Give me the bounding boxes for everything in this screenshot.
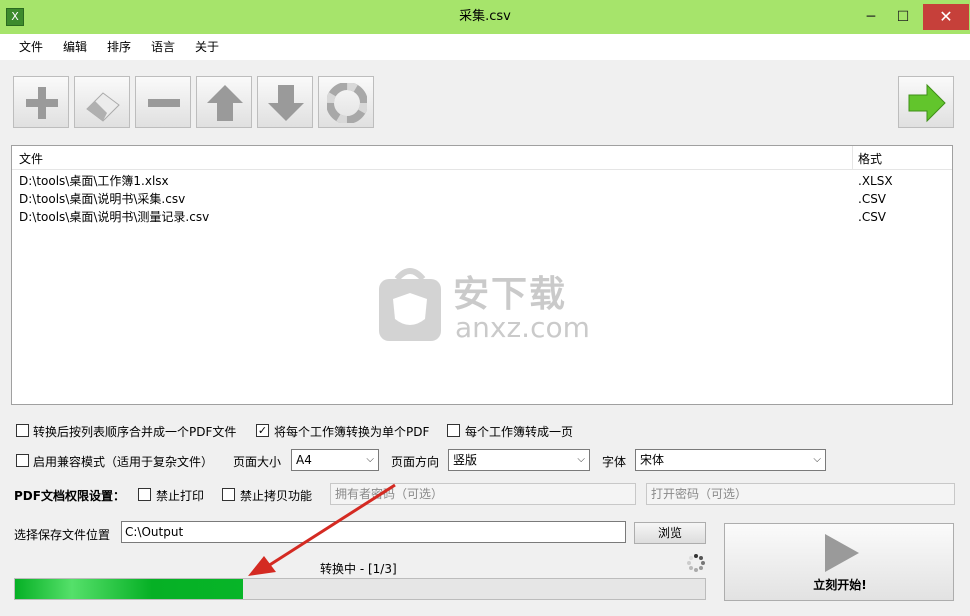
add-icon [26,87,58,119]
progress-fill [15,579,243,599]
font-value: 宋体 [640,453,665,467]
add-button[interactable] [13,76,69,128]
output-label: 选择保存文件位置 [14,528,111,542]
menu-about[interactable]: 关于 [195,34,219,60]
no-print-checkbox[interactable] [138,488,151,501]
page-size-value: A4 [296,453,312,467]
minimize-button[interactable]: ─ [858,4,884,30]
help-button[interactable] [318,76,374,128]
start-button[interactable]: 立刻开始! [724,523,954,601]
column-separator [852,146,853,170]
move-up-button[interactable] [196,76,252,128]
file-path: D:\tools\桌面\工作簿1.xlsx [19,174,169,188]
browse-button[interactable]: 浏览 [634,522,706,544]
watermark-title: 安下载 [453,274,568,315]
loading-spinner-icon [687,554,705,572]
next-button[interactable] [898,76,954,128]
one-page-label: 每个工作簿转成一页 [465,425,574,439]
remove-button[interactable] [135,76,191,128]
remove-icon [148,99,180,107]
help-lifebuoy-icon [327,83,367,123]
clear-button[interactable] [74,76,130,128]
watermark: 安下载 anxz.com [375,265,605,345]
file-path: D:\tools\桌面\说明书\测量记录.csv [19,210,210,224]
move-down-button[interactable] [257,76,313,128]
shield-bag-icon [379,268,441,341]
chevron-down-icon: ⌵ [813,454,821,465]
chevron-down-icon: ⌵ [577,454,585,465]
maximize-button[interactable]: ☐ [890,4,916,30]
font-select[interactable]: 宋体 ⌵ [635,449,826,471]
open-password-field[interactable]: 打开密码（可选） [646,483,955,505]
compat-checkbox[interactable] [16,454,29,467]
file-format: .XLSX [858,174,893,188]
table-row[interactable]: D:\tools\桌面\工作簿1.xlsx .XLSX [12,172,952,190]
orientation-label: 页面方向 [391,455,440,469]
annotation-arrow-icon [248,483,396,576]
menu-file[interactable]: 文件 [19,34,43,60]
menu-language[interactable]: 语言 [151,34,175,60]
orientation-select[interactable]: 竖版 ⌵ [448,449,590,471]
move-down-icon [268,85,304,121]
watermark-domain: anxz.com [455,311,590,344]
window-title: 采集.csv [459,9,511,24]
move-up-icon [207,85,243,121]
table-row[interactable]: D:\tools\桌面\说明书\测量记录.csv .CSV [12,208,952,226]
play-icon [825,534,859,572]
file-path: D:\tools\桌面\说明书\采集.csv [19,192,186,206]
chevron-down-icon: ⌵ [366,454,374,465]
font-label: 字体 [602,455,627,469]
table-row[interactable]: D:\tools\桌面\说明书\采集.csv .CSV [12,190,952,208]
progress-bar [14,578,706,600]
menu-edit[interactable]: 编辑 [63,34,87,60]
merge-checkbox[interactable] [16,424,29,437]
file-format: .CSV [858,210,887,224]
permissions-title: PDF文档权限设置： [14,489,125,503]
file-list-header: 文件 格式 [12,146,952,170]
page-size-select[interactable]: A4 ⌵ [291,449,379,471]
compat-label: 启用兼容模式（适用于复杂文件） [33,455,214,469]
no-copy-checkbox[interactable] [222,488,235,501]
start-button-label: 立刻开始! [813,578,867,592]
column-header-file[interactable]: 文件 [19,146,43,170]
merge-label: 转换后按列表顺序合并成一个PDF文件 [33,425,237,439]
no-print-label: 禁止打印 [156,489,205,503]
page-size-label: 页面大小 [233,455,282,469]
one-page-checkbox[interactable] [447,424,460,437]
each-workbook-label: 将每个工作簿转换为单个PDF [274,425,430,439]
file-format: .CSV [858,192,887,206]
menu-bar: 文件 编辑 排序 语言 关于 [0,34,970,60]
orientation-value: 竖版 [453,453,478,467]
menu-sort[interactable]: 排序 [107,34,131,60]
close-button[interactable]: ✕ [923,4,969,30]
column-header-format[interactable]: 格式 [858,146,882,170]
erase-icon [86,92,120,122]
each-workbook-checkbox[interactable]: ✓ [256,424,269,437]
next-arrow-icon [908,83,946,123]
